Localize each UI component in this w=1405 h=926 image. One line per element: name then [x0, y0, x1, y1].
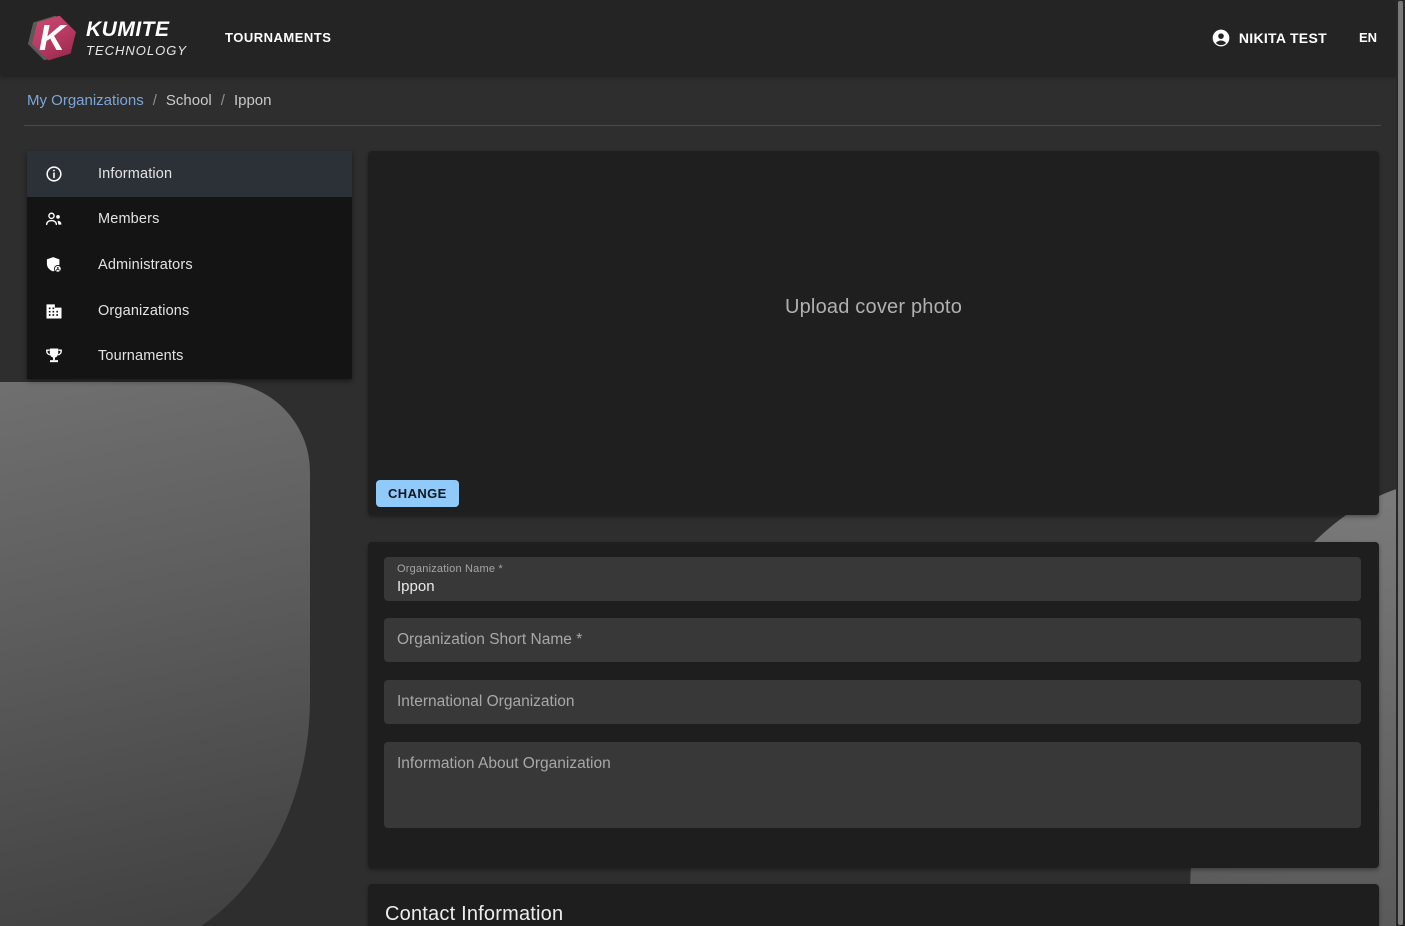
- organization-sidebar: Information Members Administrators Organ…: [27, 151, 352, 379]
- organization-short-name-input[interactable]: Organization Short Name *: [384, 618, 1361, 662]
- breadcrumb-my-organizations[interactable]: My Organizations: [27, 92, 144, 109]
- upload-cover-placeholder: Upload cover photo: [368, 296, 1379, 319]
- field-placeholder: International Organization: [397, 693, 575, 711]
- sidebar-item-information[interactable]: Information: [27, 151, 352, 197]
- info-icon: [44, 164, 64, 184]
- sidebar-item-label: Members: [98, 211, 159, 227]
- admin-shield-icon: [44, 255, 64, 275]
- trophy-icon: [44, 346, 64, 366]
- organization-name-input[interactable]: Organization Name * Ippon: [384, 557, 1361, 601]
- nav-tournaments[interactable]: TOURNAMENTS: [225, 30, 331, 45]
- brand-name: KUMITE: [86, 18, 187, 42]
- sidebar-item-tournaments[interactable]: Tournaments: [27, 333, 352, 379]
- sidebar-item-label: Organizations: [98, 303, 189, 319]
- sidebar-item-members[interactable]: Members: [27, 197, 352, 243]
- sidebar-item-label: Information: [98, 166, 172, 182]
- contact-section-title: Contact Information: [385, 903, 1379, 926]
- logo-monogram: K: [32, 18, 72, 58]
- cover-photo-card: Upload cover photo CHANGE: [368, 151, 1379, 515]
- breadcrumb-school: School: [166, 92, 212, 109]
- language-switcher[interactable]: EN: [1359, 30, 1377, 45]
- international-organization-input[interactable]: International Organization: [384, 680, 1361, 724]
- sidebar-item-organizations[interactable]: Organizations: [27, 288, 352, 334]
- breadcrumb-separator: /: [153, 92, 157, 109]
- logo-hexagon-icon: K: [30, 12, 76, 64]
- field-label: Organization Name *: [397, 563, 1361, 575]
- field-placeholder: Information About Organization: [397, 755, 611, 773]
- user-name: NIKITA TEST: [1239, 30, 1327, 46]
- breadcrumb: My Organizations / School / Ippon: [24, 75, 1381, 126]
- field-placeholder: Organization Short Name *: [397, 631, 582, 649]
- contact-information-card: Contact Information: [368, 884, 1379, 926]
- page-scrollbar[interactable]: [1398, 1, 1403, 925]
- field-value: Ippon: [397, 578, 1361, 595]
- app-header: K KUMITE TECHNOLOGY TOURNAMENTS NIKITA T…: [0, 0, 1405, 75]
- brand-tagline: TECHNOLOGY: [86, 43, 187, 58]
- breadcrumb-current: Ippon: [234, 92, 272, 109]
- user-menu[interactable]: NIKITA TEST: [1211, 28, 1327, 48]
- page-scrollbar-track: [1396, 0, 1405, 926]
- breadcrumb-separator: /: [221, 92, 225, 109]
- sidebar-item-administrators[interactable]: Administrators: [27, 242, 352, 288]
- group-icon: [44, 209, 64, 229]
- kumite-logo[interactable]: K KUMITE TECHNOLOGY: [30, 12, 187, 64]
- organization-form-card: Organization Name * Ippon Organization S…: [368, 542, 1379, 868]
- background-shape-left: [0, 382, 310, 926]
- account-circle-icon: [1211, 28, 1231, 48]
- change-cover-button[interactable]: CHANGE: [376, 480, 459, 507]
- building-icon: [44, 301, 64, 321]
- sidebar-item-label: Tournaments: [98, 348, 183, 364]
- sidebar-item-label: Administrators: [98, 257, 193, 273]
- information-about-organization-input[interactable]: Information About Organization: [384, 742, 1361, 828]
